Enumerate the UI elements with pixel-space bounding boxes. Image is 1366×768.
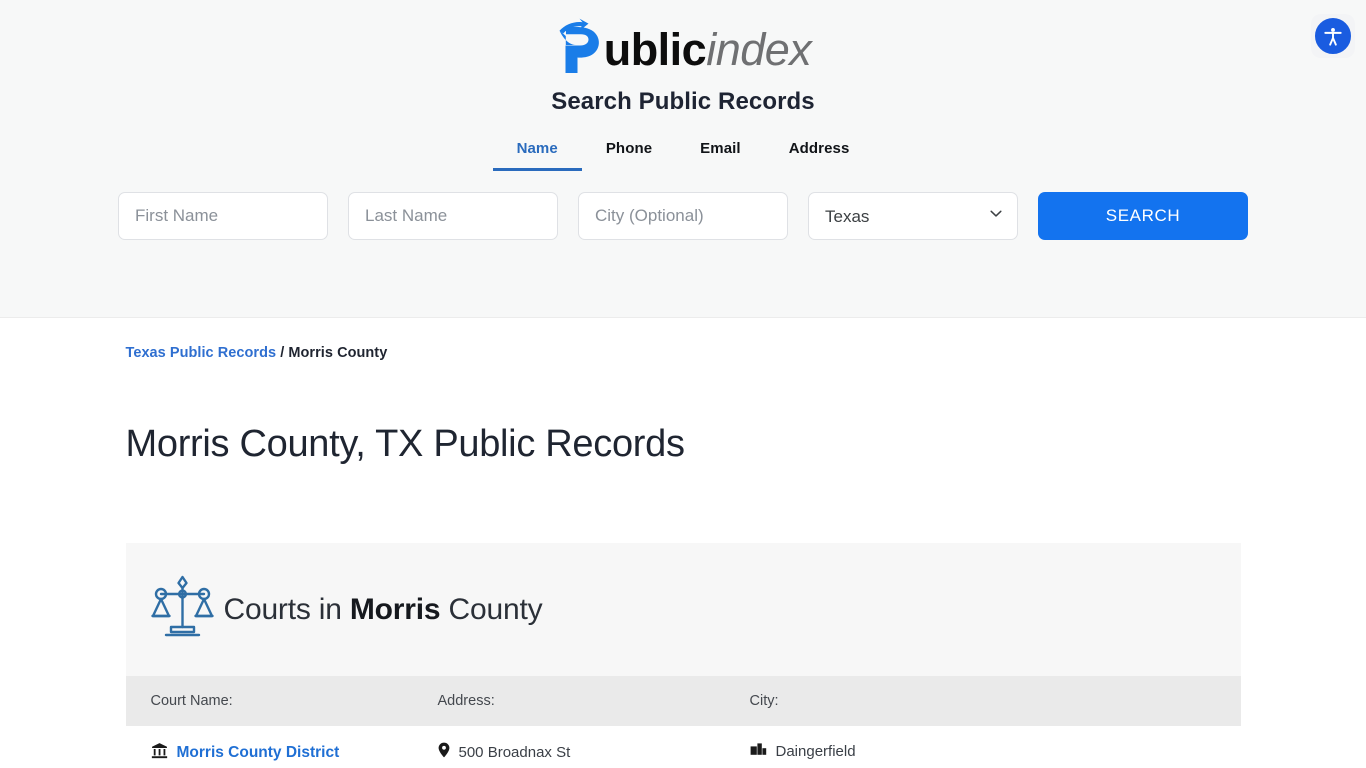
address-text: 500 Broadnax St: [458, 743, 571, 761]
city-input[interactable]: [578, 192, 788, 240]
courts-title-county: Morris: [349, 592, 441, 626]
table-row: Morris County District 500 Broadnax St D…: [125, 726, 1241, 768]
courts-card-title: Courts in Morris County: [224, 593, 543, 627]
logo-text-public: ublic: [603, 24, 707, 75]
state-select[interactable]: Texas: [808, 192, 1018, 240]
page-title: Morris County, TX Public Records: [125, 423, 685, 465]
scales-of-justice-icon: [150, 573, 214, 646]
tab-name[interactable]: Name: [492, 139, 582, 171]
court-name-link[interactable]: Morris County District: [177, 744, 340, 762]
state-select-wrapper: Texas: [808, 192, 1018, 240]
tab-email[interactable]: Email: [676, 139, 765, 171]
tab-phone[interactable]: Phone: [582, 139, 676, 171]
courts-title-prefix: Courts in: [223, 592, 350, 626]
cell-address: 500 Broadnax St: [438, 742, 750, 762]
breadcrumb: Texas Public Records / Morris County: [126, 318, 1241, 361]
city-text: Daingerfield: [775, 742, 856, 760]
column-header-city: City:: [749, 693, 779, 709]
map-pin-icon: [438, 742, 450, 762]
main-content: Texas Public Records / Morris County Mor…: [0, 318, 1366, 768]
breadcrumb-link-texas-public-records[interactable]: Texas Public Records: [126, 345, 277, 361]
accessibility-widget-button[interactable]: [1311, 14, 1355, 58]
cell-city: Daingerfield: [750, 742, 1050, 760]
site-logo[interactable]: ublicindex: [0, 0, 1366, 73]
breadcrumb-current: Morris County: [288, 345, 388, 361]
cell-court-name: Morris County District: [126, 742, 438, 763]
logo-text-index: index: [706, 24, 812, 75]
courts-card-header: Courts in Morris County: [126, 543, 1241, 676]
courthouse-bank-icon: [151, 742, 168, 763]
tab-address[interactable]: Address: [765, 139, 874, 171]
p-arrow-logo-icon: [555, 18, 607, 81]
first-name-input[interactable]: [118, 192, 328, 240]
people-search-form: Texas SEARCH: [0, 192, 1366, 240]
accessibility-person-icon: [1315, 18, 1351, 54]
last-name-input[interactable]: [348, 192, 558, 240]
logo-wordmark: ublicindex: [604, 27, 812, 72]
courts-title-suffix: County: [440, 592, 543, 626]
breadcrumb-separator: /: [276, 345, 289, 361]
city-buildings-icon: [750, 742, 767, 760]
site-header: ublicindex Search Public Records Name Ph…: [0, 0, 1366, 318]
search-type-tabs: Name Phone Email Address: [0, 139, 1366, 171]
search-button[interactable]: SEARCH: [1038, 192, 1248, 240]
courts-card: Courts in Morris County Court Name: Addr…: [125, 543, 1241, 768]
courts-table-header: Court Name: Address: City:: [125, 676, 1241, 726]
column-header-court-name: Court Name:: [150, 693, 233, 709]
column-header-address: Address:: [437, 693, 495, 709]
